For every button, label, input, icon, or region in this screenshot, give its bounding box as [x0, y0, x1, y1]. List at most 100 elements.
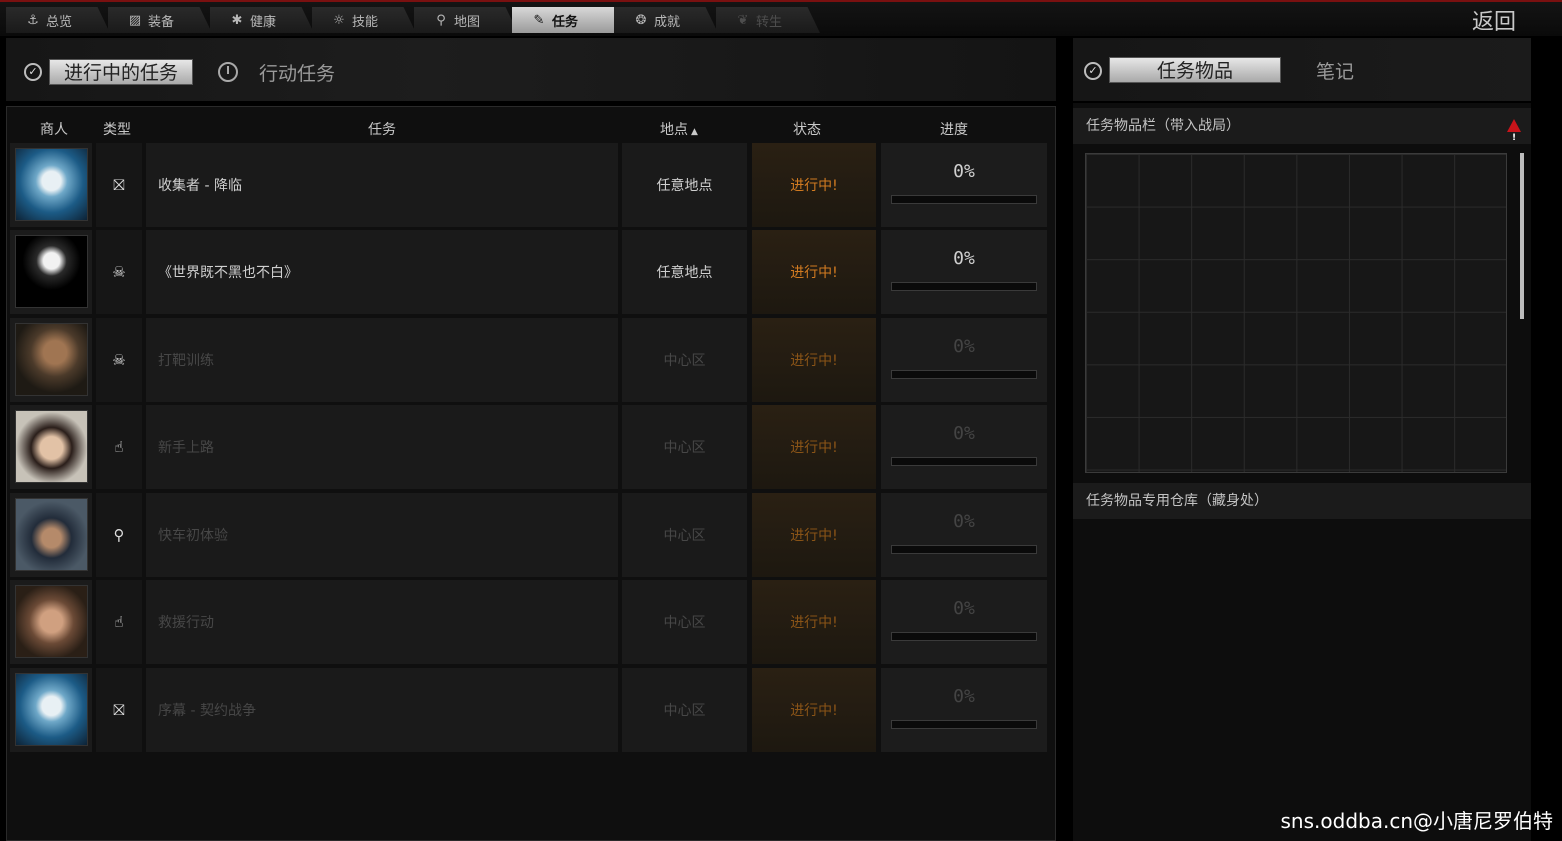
task-location: 中心区 [622, 580, 747, 664]
tab-operation-tasks[interactable]: 行动任务 [259, 59, 335, 86]
type-cell: ⛝ [96, 668, 142, 752]
skull-icon: ☠ [112, 263, 126, 281]
progress-cell: 0% [881, 405, 1047, 489]
checkmark-icon: ✓ [1084, 62, 1102, 80]
armor-icon: ▨ [128, 12, 142, 28]
trader-avatar [15, 323, 88, 396]
progress-bar [891, 457, 1037, 466]
progress-percent: 0% [953, 686, 975, 707]
task-status: 进行中! [752, 580, 876, 664]
task-row[interactable]: ☝ 救援行动 中心区 进行中! 0% [10, 580, 1048, 664]
progress-bar [891, 720, 1037, 729]
progress-cell: 0% [881, 230, 1047, 314]
quest-stash-header: 任务物品专用仓库（藏身处） [1073, 483, 1531, 519]
achievement-icon: ❂ [635, 12, 647, 28]
nav-tab-2[interactable]: ✱ 健康 [210, 7, 314, 33]
trader-cell [10, 230, 92, 314]
task-name[interactable]: 救援行动 [146, 580, 618, 664]
task-status: 进行中! [752, 493, 876, 577]
nav-tab-label: 总览 [46, 14, 73, 30]
progress-bar [891, 545, 1037, 554]
progress-cell: 0% [881, 580, 1047, 664]
task-name[interactable]: 序幕 - 契约战争 [146, 668, 618, 752]
task-row[interactable]: ⚲ 快车初体验 中心区 进行中! 0% [10, 493, 1048, 577]
trader-cell [10, 318, 92, 402]
skills-icon: ☼ [333, 12, 345, 28]
task-name[interactable]: 打靶训练 [146, 318, 618, 402]
progress-percent: 0% [953, 161, 975, 182]
type-cell: ☠ [96, 318, 142, 402]
nav-tab-6[interactable]: ❂ 成就 [614, 7, 718, 33]
nav-tab-label: 地图 [454, 14, 481, 30]
grid-scrollbar[interactable] [1520, 153, 1524, 319]
trader-avatar [15, 235, 88, 308]
progress-percent: 0% [953, 511, 975, 532]
nav-tab-0[interactable]: ⚓ 总览 [6, 7, 110, 33]
progress-percent: 0% [953, 423, 975, 444]
type-cell: ⚲ [96, 493, 142, 577]
clock-icon [218, 62, 238, 82]
column-header-task[interactable]: 任务 [337, 119, 427, 139]
progress-percent: 0% [953, 336, 975, 357]
nav-tab-label: 技能 [352, 14, 379, 30]
type-cell: ☝ [96, 580, 142, 664]
warning-icon [1507, 119, 1521, 156]
trader-cell [10, 493, 92, 577]
exit-icon: ⛝ [113, 176, 125, 194]
task-name[interactable]: 收集者 - 降临 [146, 143, 618, 227]
progress-bar [891, 632, 1037, 641]
trader-avatar [15, 673, 88, 746]
health-icon: ✱ [231, 12, 243, 28]
task-status: 进行中! [752, 668, 876, 752]
progress-percent: 0% [953, 598, 975, 619]
task-location: 中心区 [622, 405, 747, 489]
checkmark-icon: ✓ [24, 63, 42, 81]
task-row[interactable]: ☠ 打靶训练 中心区 进行中! 0% [10, 318, 1048, 402]
tab-active-tasks[interactable]: 进行中的任务 [49, 59, 194, 85]
trader-cell [10, 580, 92, 664]
type-cell: ☠ [96, 230, 142, 314]
nav-tab-label: 装备 [148, 14, 175, 30]
task-status: 进行中! [752, 143, 876, 227]
quest-inventory-header: 任务物品栏（带入战局） [1073, 108, 1531, 156]
task-location: 任意地点 [622, 143, 747, 227]
task-name[interactable]: 新手上路 [146, 405, 618, 489]
trader-avatar [15, 410, 88, 483]
task-location: 中心区 [622, 493, 747, 577]
trader-avatar [15, 498, 88, 571]
quest-item-grid[interactable] [1085, 153, 1507, 473]
nav-tab-1[interactable]: ▨ 装备 [108, 7, 212, 33]
task-name[interactable]: 快车初体验 [146, 493, 618, 577]
nav-tab-label: 健康 [250, 14, 277, 30]
task-row[interactable]: ☝ 新手上路 中心区 进行中! 0% [10, 405, 1048, 489]
back-button[interactable]: 返回 [1472, 4, 1516, 36]
progress-bar [891, 370, 1037, 379]
column-header-progress[interactable]: 进度 [922, 119, 986, 139]
column-header-location[interactable]: 地点 ▲ [647, 119, 711, 139]
column-header-status[interactable]: 状态 [775, 119, 839, 139]
nav-tab-7[interactable]: ❦ 转生 [716, 7, 820, 33]
nav-tab-4[interactable]: ⚲ 地图 [414, 7, 518, 33]
task-status: 进行中! [752, 405, 876, 489]
progress-cell: 0% [881, 668, 1047, 752]
tab-quest-items[interactable]: 任务物品 [1109, 57, 1281, 83]
task-row[interactable]: ⛝ 收集者 - 降临 任意地点 进行中! 0% [10, 143, 1048, 227]
task-name[interactable]: 《世界既不黑也不白》 [146, 230, 618, 314]
map-pin-icon: ⚲ [436, 12, 446, 28]
hand-icon: ☝ [114, 613, 124, 631]
task-status: 进行中! [752, 230, 876, 314]
task-status: 进行中! [752, 318, 876, 402]
progress-cell: 0% [881, 318, 1047, 402]
tab-notes[interactable]: 笔记 [1316, 57, 1354, 84]
column-header-trader[interactable]: 商人 [29, 119, 79, 139]
nav-tab-label: 任务 [552, 14, 579, 30]
type-cell: ☝ [96, 405, 142, 489]
task-row[interactable]: ⛝ 序幕 - 契约战争 中心区 进行中! 0% [10, 668, 1048, 752]
progress-bar [891, 282, 1037, 291]
task-location: 中心区 [622, 668, 747, 752]
nav-tab-3[interactable]: ☼ 技能 [312, 7, 416, 33]
nav-tab-label: 成就 [654, 14, 681, 30]
column-header-type[interactable]: 类型 [97, 119, 137, 139]
task-row[interactable]: ☠ 《世界既不黑也不白》 任意地点 进行中! 0% [10, 230, 1048, 314]
task-location: 中心区 [622, 318, 747, 402]
